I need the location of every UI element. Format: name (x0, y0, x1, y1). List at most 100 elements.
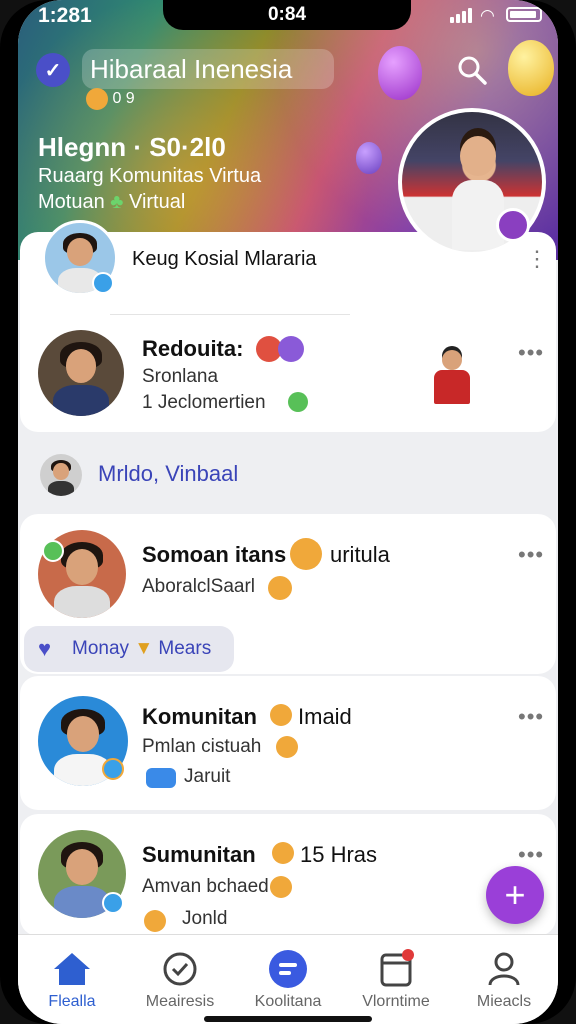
check-circle-icon (163, 952, 197, 986)
home-indicator (204, 1016, 372, 1022)
group-title: Hlegnn · S0·2l0 (38, 132, 226, 162)
sticker-person-icon (434, 350, 470, 406)
post-meta-2: Jonld (182, 908, 228, 929)
group-subtitle-2-suffix: Virtual (128, 191, 186, 213)
reaction-icon (278, 336, 304, 362)
more-horizontal-icon[interactable]: ••• (518, 704, 544, 730)
avatar-shirt (47, 480, 75, 496)
emoji-icon (270, 876, 292, 898)
post-card-5[interactable]: Sumunitan 15 Hras Amvan bchaed Jonld ••• (20, 814, 556, 936)
status-time: 1:281 (38, 4, 92, 27)
post-card-1[interactable]: Keug Kosial Mlararia ⋮ Redouita: Sronlan… (20, 220, 556, 432)
post-meta: AboralclSaarl (142, 576, 255, 597)
emoji-icon (272, 842, 294, 864)
group-subtitle-2-text: Motuan (38, 191, 105, 213)
avatar-face (66, 849, 98, 885)
section-avatar (40, 454, 82, 496)
avatar-face (53, 463, 69, 481)
header-sub-info: 0 9 (86, 88, 135, 110)
leaf-icon: ♣ (110, 191, 124, 213)
nav-activity[interactable]: Meairesis (126, 935, 234, 1024)
nav-label: Koolitana (254, 993, 322, 1010)
verified-check-button[interactable]: ✓ (36, 53, 70, 87)
nav-calendar[interactable]: Vlorntime (342, 935, 450, 1024)
post-meta: Pmlan cistuah (142, 736, 262, 757)
wink-emoji-icon (290, 538, 322, 570)
divider (110, 314, 350, 315)
balloon-purple (378, 46, 422, 100)
sticker-person-head (442, 350, 462, 370)
avatar-shirt (53, 586, 111, 618)
post-meta: Sronlana (142, 366, 219, 387)
post-title: Somoan itans (142, 542, 287, 567)
group-subtitle: Ruaarg Komunitas Virtua (38, 165, 262, 187)
emoji-icon (86, 88, 108, 110)
header-sub-text: 0 9 (112, 90, 135, 108)
sticker-person-body (434, 370, 470, 404)
status-bar: 1:281 0:84 ◠ (18, 0, 558, 34)
nav-home[interactable]: Flealla (18, 935, 126, 1024)
post-title: Redouita: (142, 336, 244, 361)
nav-label: Mieacls (476, 993, 532, 1010)
audio-icon (146, 768, 176, 788)
avatar[interactable] (38, 330, 124, 416)
online-badge-icon (42, 540, 64, 562)
post-title: Keug Kosial Mlararia (132, 248, 317, 270)
phone-frame: 1:281 0:84 ◠ ✓ Hibaraal Inenesia 0 9 Hle… (0, 0, 576, 1024)
bottom-nav: Flealla Meairesis Koolitana Vlorntime Mi… (18, 934, 558, 1024)
post-meta: Amvan bchaed (142, 876, 269, 897)
chip-suffix: Mears (158, 638, 212, 659)
emoji-icon (276, 736, 298, 758)
nav-label: Meairesis (145, 993, 215, 1010)
chat-icon (269, 950, 307, 988)
post-meta-2: 1 Jeclomertien (142, 392, 266, 413)
nav-profile[interactable]: Mieacls (450, 935, 558, 1024)
profile-icon (488, 952, 520, 986)
chip-label: Monay (72, 638, 130, 659)
add-post-button[interactable]: + (486, 866, 544, 924)
smile-icon (288, 392, 308, 412)
wifi-icon: ◠ (480, 6, 495, 25)
notch-time: 0:84 (267, 4, 307, 25)
online-badge-icon (92, 272, 114, 294)
group-subtitle-2: Motuan ♣ Virtual (38, 191, 185, 214)
avatar-face (66, 715, 100, 752)
post-meta-2: Jaruit (184, 766, 231, 787)
avatar-face (67, 238, 93, 267)
screen: 1:281 0:84 ◠ ✓ Hibaraal Inenesia 0 9 Hle… (18, 0, 558, 1024)
post-title-suffix: uritula (330, 542, 390, 567)
online-badge-icon (102, 758, 124, 780)
avatar-face (66, 549, 98, 585)
calendar-icon (380, 949, 414, 987)
emoji-icon (144, 910, 166, 932)
signal-icon (450, 8, 474, 28)
post-card-4[interactable]: Komunitan Imaid Pmlan cistuah Jaruit ••• (20, 676, 556, 810)
post-title: Sumunitan (142, 842, 256, 867)
avatar-face (65, 348, 97, 384)
chip-text: Monay ▼ Mears (72, 638, 211, 660)
host-badge-icon (496, 208, 530, 242)
balloon-yellow (508, 40, 554, 96)
community-title: Hibaraal Inenesia (90, 54, 293, 84)
online-badge-icon (102, 892, 124, 914)
emoji-icon (268, 576, 292, 600)
nav-label: Flealla (48, 993, 96, 1010)
heart-icon: ♥ (38, 636, 52, 661)
section-label: Mrldo, Vinbaal (98, 461, 239, 486)
search-icon[interactable] (456, 54, 488, 86)
more-vertical-icon[interactable]: ⋮ (526, 246, 549, 272)
notch: 0:84 (163, 0, 411, 30)
more-horizontal-icon[interactable]: ••• (518, 842, 544, 868)
flag-icon: ▼ (134, 638, 159, 659)
more-horizontal-icon[interactable]: ••• (518, 340, 544, 366)
nav-label: Vlorntime (362, 993, 430, 1010)
avatar-shirt (53, 385, 109, 416)
emoji-icon (270, 704, 292, 726)
post-title-suffix: Imaid (298, 704, 352, 729)
battery-icon (506, 7, 542, 22)
balloon-small (356, 142, 382, 174)
nav-chat[interactable]: Koolitana (234, 935, 342, 1024)
post-title: Komunitan (142, 704, 257, 729)
home-icon (54, 953, 90, 985)
more-horizontal-icon[interactable]: ••• (518, 542, 544, 568)
